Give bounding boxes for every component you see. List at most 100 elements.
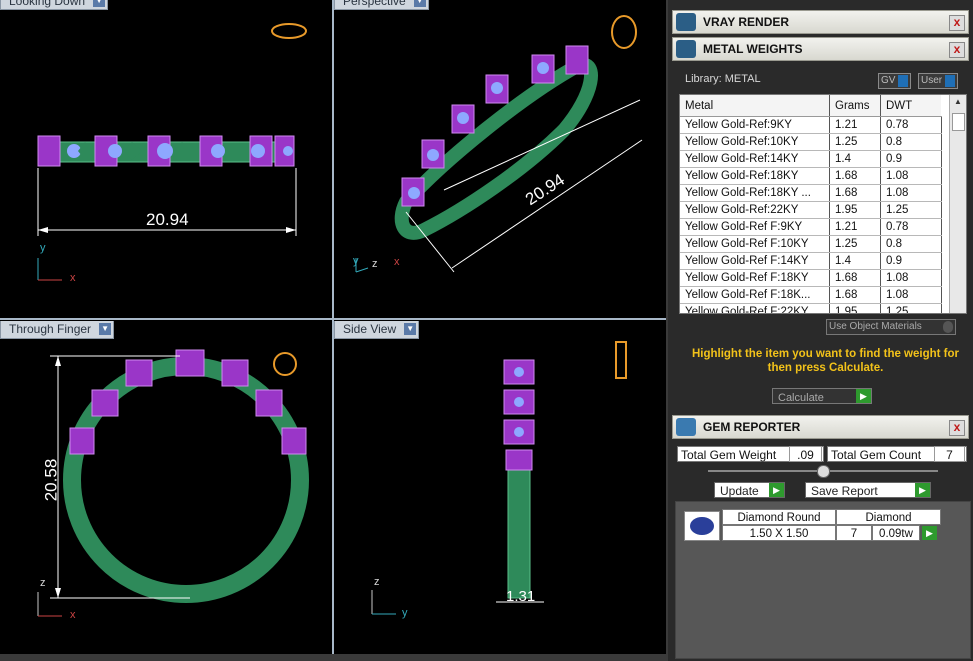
scroll-thumb[interactable] [952,113,965,131]
table-row[interactable]: Yellow Gold-Ref:9KY 1.21 0.78 [680,116,942,134]
column-header-grams[interactable]: Grams [829,95,881,117]
gem-thumbnail [684,511,720,541]
top-view-canvas [37,23,307,281]
dropdown-arrow-icon[interactable]: ▼ [404,323,417,335]
table-row[interactable]: Yellow Gold-Ref F:18K... 1.68 1.08 [680,286,942,304]
viewport-tab-through-finger[interactable]: Through Finger ▼ [0,321,115,339]
update-button[interactable]: Update ▶ [714,482,785,498]
metal-table[interactable]: Metal Grams DWT Yellow Gold-Ref:9KY 1.21 0… [679,94,967,314]
viewport-looking-down[interactable]: Looking Down ▼ 20.94 y x [0,0,332,318]
metal-name: Yellow Gold-Ref F:18KY [680,269,830,287]
table-row[interactable]: Yellow Gold-Ref F:9KY 1.21 0.78 [680,218,942,236]
metal-name: Yellow Gold-Ref:10KY [680,133,830,151]
total-gem-count-value: 7 [934,446,965,462]
column-header-dwt[interactable]: DWT [880,95,941,117]
viewport-through-finger[interactable]: Through Finger ▼ 20.58 z x [0,320,332,654]
use-object-materials-toggle[interactable]: Use Object Materials [826,319,956,335]
play-icon: ▶ [915,483,930,497]
table-row[interactable]: Yellow Gold-Ref:14KY 1.4 0.9 [680,150,942,168]
metal-grams: 1.25 [829,235,881,253]
dropdown-arrow-icon[interactable]: ▼ [413,0,426,7]
gem-detail-button[interactable]: ▶ [922,526,937,540]
gem-reporter-header[interactable]: GEM REPORTER x [672,415,969,439]
viewport-side-view[interactable]: Side View ▼ 1.31 z y [334,320,666,654]
metal-name: Yellow Gold-Ref F:22KY [680,303,830,313]
instruction-text: Highlight the item you want to find the … [691,348,960,374]
metal-dwt: 1.08 [880,269,942,287]
gem-weight-cell: 0.09tw [872,525,920,541]
gv-toggle[interactable]: GV [878,73,912,89]
side-panel: VRAY RENDER x METAL WEIGHTS x Library: M… [668,0,973,661]
table-row[interactable]: Yellow Gold-Ref F:14KY 1.4 0.9 [680,252,942,270]
vray-render-header[interactable]: VRAY RENDER x [672,10,969,34]
table-row[interactable]: Yellow Gold-Ref:10KY 1.25 0.8 [680,133,942,151]
vray-icon [676,13,696,31]
table-header-row: Metal Grams DWT [680,95,941,117]
dimension-width-label: 20.94 [146,210,189,229]
table-row[interactable]: Yellow Gold-Ref:22KY 1.95 1.25 [680,201,942,219]
metal-grams: 1.4 [829,252,881,270]
metal-weights-title: METAL WEIGHTS [703,42,803,56]
viewport-tab-side-view[interactable]: Side View ▼ [334,321,420,339]
close-icon[interactable]: x [949,420,965,436]
axis-y-label: y [40,242,46,254]
gem-list[interactable]: Diamond Round Diamond 1.50 X 1.50 7 0.09… [675,501,971,659]
metal-dwt: 1.25 [880,303,942,313]
viewport-divider-horizontal[interactable] [0,318,666,320]
dimension-height-label: 20.58 [41,458,61,502]
metal-dwt: 0.9 [880,150,942,168]
save-report-button[interactable]: Save Report ▶ [805,482,931,498]
metal-grams: 1.68 [829,286,881,304]
viewport-tab-looking-down[interactable]: Looking Down ▼ [0,0,109,10]
axis-z-label: z [372,258,378,270]
axis-y-label: y [353,255,359,267]
metal-name: Yellow Gold-Ref:18KY ... [680,184,830,202]
dropdown-arrow-icon[interactable]: ▼ [93,0,106,7]
axis-y-label: y [402,607,408,619]
gem-size-cell: 1.50 X 1.50 [722,525,836,541]
table-row[interactable]: Yellow Gold-Ref:18KY 1.68 1.08 [680,167,942,185]
gem-reporter-title: GEM REPORTER [703,420,801,434]
metal-dwt: 1.08 [880,167,942,185]
table-row[interactable]: Yellow Gold-Ref F:18KY 1.68 1.08 [680,269,942,287]
viewport-divider-vertical[interactable] [332,0,334,654]
slider-handle[interactable] [817,465,830,478]
table-scrollbar[interactable]: ▲ [949,95,966,313]
metal-name: Yellow Gold-Ref:14KY [680,150,830,168]
side-view-canvas [371,341,627,615]
viewport-perspective[interactable]: Perspective ▼ 20.94 y z x [334,0,666,318]
metal-grams: 1.68 [829,184,881,202]
metal-grams: 1.4 [829,150,881,168]
close-icon[interactable]: x [949,42,965,58]
axis-z-label: z [40,577,46,589]
metal-grams: 1.95 [829,303,881,313]
metal-dwt: 1.08 [880,286,942,304]
metal-dwt: 0.9 [880,252,942,270]
metal-weights-header[interactable]: METAL WEIGHTS x [672,37,969,61]
viewport-tab-perspective[interactable]: Perspective ▼ [334,0,429,10]
scroll-up-icon[interactable]: ▲ [950,97,966,111]
column-header-metal[interactable]: Metal [680,95,830,117]
metal-name: Yellow Gold-Ref:9KY [680,116,830,134]
metal-grams: 1.25 [829,133,881,151]
gem-count-cell: 7 [836,525,872,541]
table-row[interactable]: Yellow Gold-Ref F:22KY 1.95 1.25 [680,303,942,313]
round-diamond-icon [690,517,714,535]
metal-dwt: 1.25 [880,201,942,219]
table-row[interactable]: Yellow Gold-Ref F:10KY 1.25 0.8 [680,235,942,253]
metal-name: Yellow Gold-Ref:18KY [680,167,830,185]
gem-type-cell: Diamond [836,509,941,525]
metal-dwt: 1.08 [880,184,942,202]
dropdown-arrow-icon[interactable]: ▼ [99,323,112,335]
dimension-thickness-label: 1.31 [506,588,536,605]
calculate-button[interactable]: Calculate ▶ [772,388,872,404]
total-gem-weight-value: .09 [789,446,822,462]
table-row[interactable]: Yellow Gold-Ref:18KY ... 1.68 1.08 [680,184,942,202]
flask-icon [676,40,696,58]
metal-dwt: 0.78 [880,218,942,236]
user-toggle[interactable]: User [918,73,959,89]
axis-x-label: x [394,256,400,268]
close-icon[interactable]: x [949,15,965,31]
axis-x-label: x [70,272,76,284]
metal-dwt: 0.78 [880,116,942,134]
